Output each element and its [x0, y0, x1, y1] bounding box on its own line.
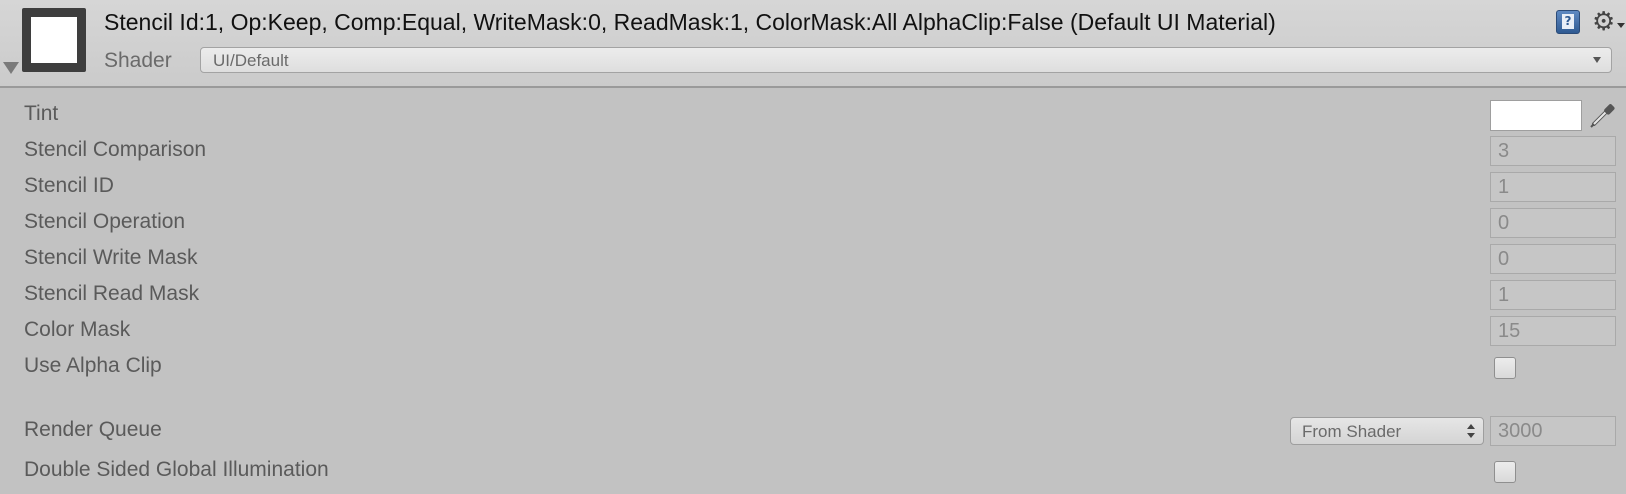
stencil-comparison-field[interactable]: 3: [1490, 136, 1616, 166]
render-queue-label: Render Queue: [24, 418, 162, 441]
gear-icon[interactable]: ⚙: [1592, 6, 1624, 38]
color-mask-field[interactable]: 15: [1490, 316, 1616, 346]
shader-label: Shader: [104, 49, 172, 72]
stencil-comparison-label: Stencil Comparison: [24, 138, 207, 161]
use-alpha-clip-label: Use Alpha Clip: [24, 354, 162, 377]
stencil-id-field[interactable]: 1: [1490, 172, 1616, 202]
double-sided-gi-checkbox[interactable]: [1494, 461, 1516, 483]
material-title: Stencil Id:1, Op:Keep, Comp:Equal, Write…: [104, 9, 1276, 35]
color-mask-label: Color Mask: [24, 318, 131, 341]
stencil-write-mask-label: Stencil Write Mask: [24, 246, 198, 269]
tint-color-field[interactable]: [1490, 100, 1582, 131]
material-preview-swatch: [31, 17, 77, 63]
chevron-down-icon: [1593, 57, 1601, 63]
help-icon[interactable]: [1556, 10, 1580, 34]
stencil-id-label: Stencil ID: [24, 174, 114, 197]
stencil-write-mask-field[interactable]: 0: [1490, 244, 1616, 274]
stencil-read-mask-field[interactable]: 1: [1490, 280, 1616, 310]
updown-arrows-icon: [1467, 424, 1475, 438]
foldout-triangle-icon[interactable]: [3, 62, 19, 74]
render-queue-value-field[interactable]: 3000: [1490, 416, 1616, 446]
shader-dropdown[interactable]: UI/Default: [200, 47, 1612, 73]
render-queue-mode-dropdown[interactable]: From Shader: [1290, 417, 1484, 445]
stencil-read-mask-label: Stencil Read Mask: [24, 282, 200, 305]
shader-dropdown-value: UI/Default: [213, 51, 289, 70]
render-queue-mode-value: From Shader: [1302, 422, 1402, 441]
stencil-operation-field[interactable]: 0: [1490, 208, 1616, 238]
use-alpha-clip-checkbox[interactable]: [1494, 357, 1516, 379]
material-preview-thumbnail[interactable]: [22, 8, 86, 72]
double-sided-gi-label: Double Sided Global Illumination: [24, 458, 329, 481]
eyedropper-icon[interactable]: [1588, 100, 1618, 130]
material-header: Stencil Id:1, Op:Keep, Comp:Equal, Write…: [0, 0, 1626, 88]
gear-menu-caret-icon: [1617, 23, 1625, 28]
tint-label: Tint: [24, 102, 59, 125]
stencil-operation-label: Stencil Operation: [24, 210, 186, 233]
